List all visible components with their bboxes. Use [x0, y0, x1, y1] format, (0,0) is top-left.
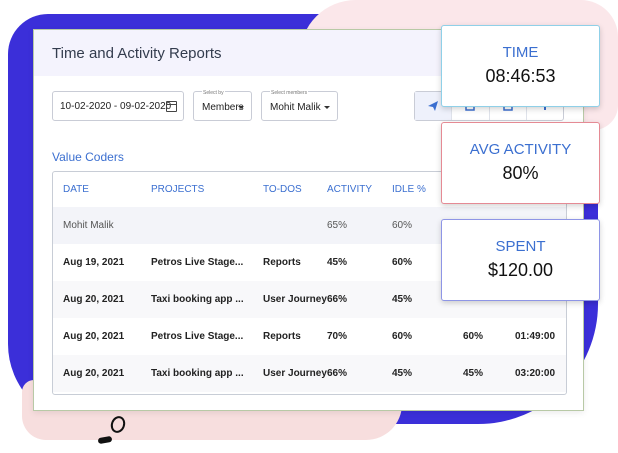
- date-range-value: 10-02-2020 - 09-02-2020: [60, 100, 172, 112]
- spent-stat-value: $120.00: [487, 260, 554, 280]
- activity-cell: 66%: [327, 281, 392, 318]
- project-cell: Taxi booking app ...: [151, 281, 263, 318]
- spent-stat-label: SPENT: [495, 238, 546, 255]
- select-members-label: Select members: [270, 90, 309, 96]
- select-by-label: Select by: [202, 90, 225, 96]
- column-header-activity[interactable]: ACTIVITY: [327, 172, 392, 207]
- activity-stat-card: AVG ACTIVITY 80%: [441, 122, 600, 204]
- select-members-dropdown[interactable]: Select members Mohit Malik: [261, 90, 338, 121]
- page-title: Time and Activity Reports: [52, 44, 222, 62]
- time-stat-label: TIME: [502, 44, 539, 61]
- activity-cell: 65%: [327, 207, 392, 244]
- time-cell: 01:49:00: [515, 331, 556, 342]
- date-cell: Aug 19, 2021: [63, 257, 125, 268]
- activity-stat-label: AVG ACTIVITY: [469, 141, 572, 158]
- time-stat-card: TIME 08:46:53: [441, 25, 600, 107]
- extra-cell: 45%: [463, 355, 515, 392]
- project-cell: Taxi booking app ...: [151, 355, 263, 392]
- todo-cell: User Journey: [263, 355, 327, 392]
- calendar-icon[interactable]: [166, 101, 177, 112]
- activity-stat-value: 80%: [502, 163, 539, 183]
- select-by-dropdown[interactable]: Select by Members: [193, 90, 252, 121]
- todo-cell: Reports: [263, 331, 301, 342]
- table-row[interactable]: Aug 20, 2021 Taxi booking app ... User J…: [53, 355, 566, 392]
- date-range-input[interactable]: 10-02-2020 - 09-02-2020: [52, 91, 184, 121]
- doodle-decoration: [97, 435, 113, 445]
- column-header-todos[interactable]: TO-DOS: [263, 172, 327, 207]
- extra-cell: 60%: [463, 331, 484, 342]
- project-cell: Petros Live Stage...: [151, 257, 244, 268]
- idle-cell: 60%: [392, 331, 413, 342]
- chevron-down-icon: [238, 106, 244, 109]
- send-icon: [428, 101, 439, 111]
- column-header-date[interactable]: DATE: [53, 172, 151, 207]
- group-label[interactable]: Value Coders: [52, 150, 124, 164]
- group-name-cell: Mohit Malik: [53, 207, 151, 244]
- select-members-value: Mohit Malik: [270, 102, 321, 113]
- table-row[interactable]: Aug 20, 2021 Petros Live Stage... Report…: [53, 318, 566, 355]
- date-cell: Aug 20, 2021: [53, 355, 151, 392]
- spent-stat-card: SPENT $120.00: [441, 219, 600, 301]
- todo-cell: User Journey: [263, 281, 327, 318]
- time-cell: 03:20:00: [515, 355, 566, 392]
- chevron-down-icon: [324, 106, 330, 109]
- time-stat-value: 08:46:53: [485, 66, 556, 86]
- todo-cell: Reports: [263, 257, 301, 268]
- date-cell: Aug 20, 2021: [63, 331, 125, 342]
- column-header-projects[interactable]: PROJECTS: [151, 172, 263, 207]
- project-cell: Petros Live Stage...: [151, 331, 244, 342]
- activity-cell: 45%: [327, 257, 348, 268]
- activity-cell: 66%: [327, 355, 392, 392]
- date-cell: Aug 20, 2021: [53, 281, 151, 318]
- activity-cell: 70%: [327, 331, 348, 342]
- idle-cell: 45%: [392, 355, 463, 392]
